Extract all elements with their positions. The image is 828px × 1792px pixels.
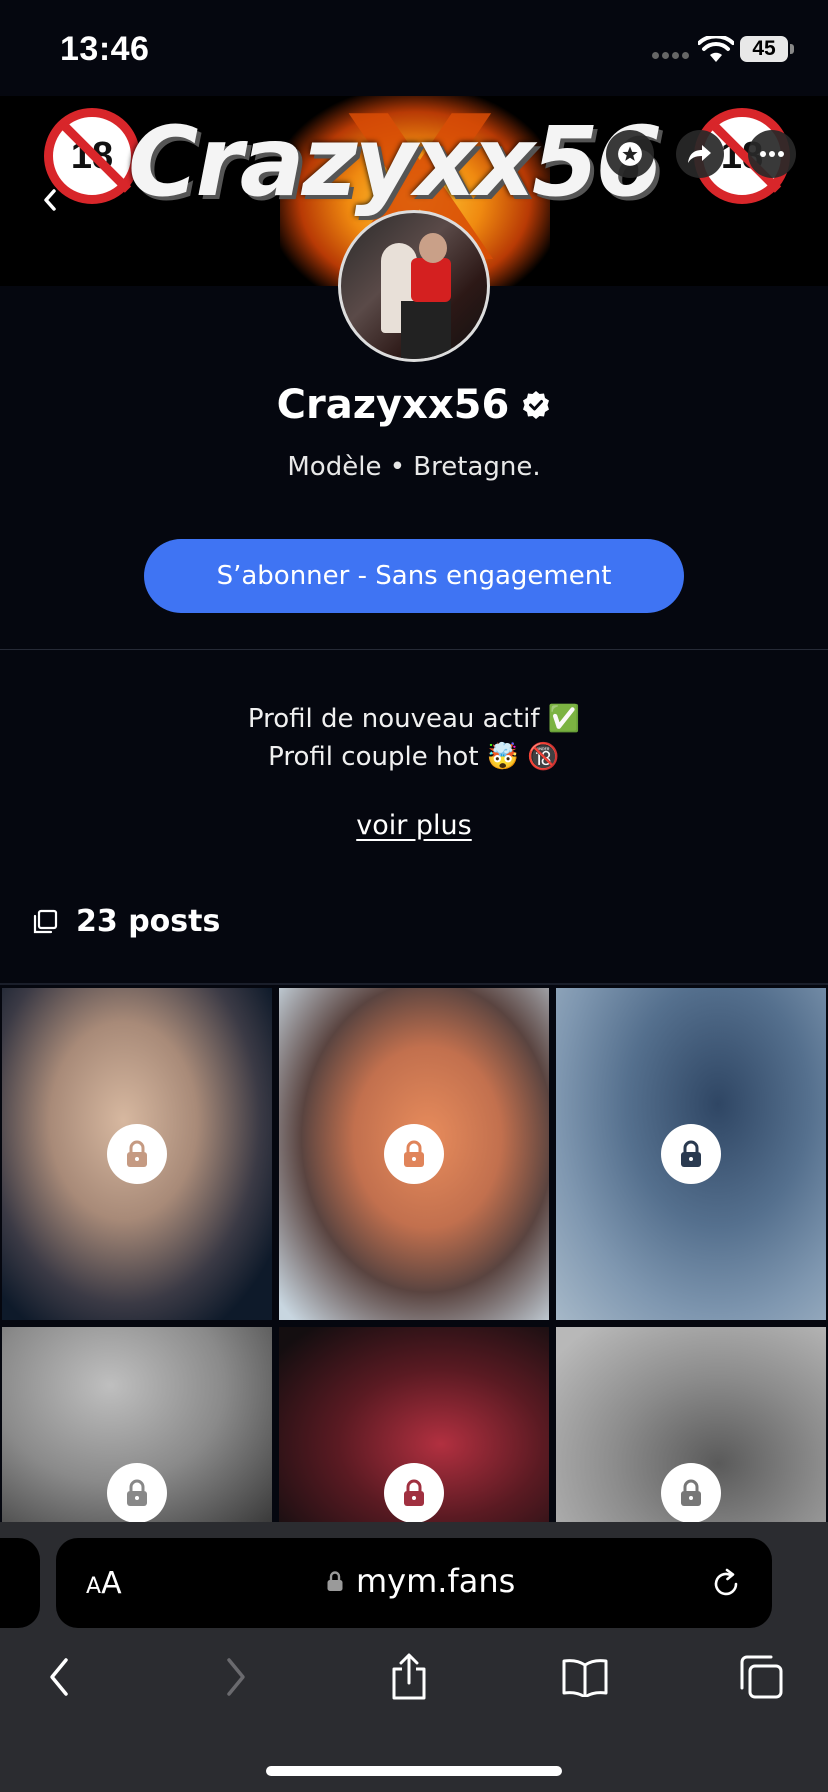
more-icon	[760, 151, 784, 157]
back-button[interactable]	[30, 180, 70, 220]
wifi-icon	[698, 36, 734, 62]
profile-name-row: Crazyxx56	[0, 382, 828, 428]
bio: Profil de nouveau actif ✅ Profil couple …	[0, 700, 828, 776]
locked-post-tile[interactable]	[2, 1327, 272, 1522]
share-arrow-icon	[688, 145, 711, 163]
battery-icon: 45	[740, 36, 794, 62]
lock-icon	[661, 1124, 721, 1184]
subscribe-button[interactable]: S’abonner - Sans engagement	[144, 539, 684, 613]
lock-icon	[384, 1124, 444, 1184]
browser-bookmarks-button[interactable]	[560, 1652, 610, 1702]
text-size-big-label: A	[101, 1566, 122, 1601]
posts-icon	[33, 909, 58, 933]
see-more-link[interactable]: voir plus	[0, 810, 828, 841]
locked-post-tile[interactable]	[556, 1327, 826, 1522]
bio-line: Profil couple hot 🤯 🔞	[268, 742, 560, 772]
lock-icon	[107, 1124, 167, 1184]
profile-name: Crazyxx56	[276, 382, 510, 428]
banner-title: Crazyxx56	[128, 106, 662, 218]
home-indicator[interactable]	[266, 1766, 562, 1776]
back-chevron-icon	[44, 189, 56, 211]
text-size-button[interactable]: AA	[86, 1566, 122, 1601]
browser-share-button[interactable]	[384, 1652, 434, 1702]
forward-chevron-icon	[227, 1658, 245, 1696]
share-profile-button[interactable]	[676, 130, 724, 178]
browser-back-button[interactable]	[34, 1652, 84, 1702]
bio-line: Profil de nouveau actif ✅	[247, 704, 581, 734]
star-icon	[618, 142, 642, 166]
divider	[0, 649, 828, 650]
tabs-icon	[740, 1655, 783, 1699]
cellular-signal-icon	[652, 52, 689, 59]
posts-count: 23 posts	[76, 904, 221, 939]
browser-tabs-button[interactable]	[736, 1652, 786, 1702]
status-time: 13:46	[60, 30, 150, 68]
locked-post-tile[interactable]	[279, 988, 549, 1320]
bookmarks-icon	[562, 1659, 608, 1697]
divider	[0, 983, 828, 985]
locked-post-tile[interactable]	[2, 988, 272, 1320]
avatar[interactable]	[338, 210, 490, 362]
locked-post-tile[interactable]	[279, 1327, 549, 1522]
status-bar: 13:46 45	[0, 0, 828, 96]
url-text: mym.fans	[356, 1562, 516, 1600]
verified-icon	[523, 391, 550, 419]
more-options-button[interactable]	[748, 130, 796, 178]
back-chevron-icon	[50, 1658, 68, 1696]
previous-tab-preview[interactable]	[0, 1538, 40, 1628]
url-display[interactable]: mym.fans	[326, 1562, 515, 1600]
lock-icon	[661, 1463, 721, 1522]
favorite-button[interactable]	[606, 130, 654, 178]
locked-post-tile[interactable]	[556, 988, 826, 1320]
text-size-small-label: A	[86, 1574, 102, 1599]
reload-icon[interactable]	[708, 1566, 744, 1602]
profile-tagline: Modèle • Bretagne.	[287, 452, 541, 482]
browser-forward-button[interactable]	[211, 1652, 261, 1702]
posts-header: 23 posts	[32, 904, 220, 939]
lock-icon	[384, 1463, 444, 1522]
lock-icon	[327, 1571, 343, 1591]
share-icon	[392, 1653, 426, 1700]
lock-icon	[107, 1463, 167, 1522]
